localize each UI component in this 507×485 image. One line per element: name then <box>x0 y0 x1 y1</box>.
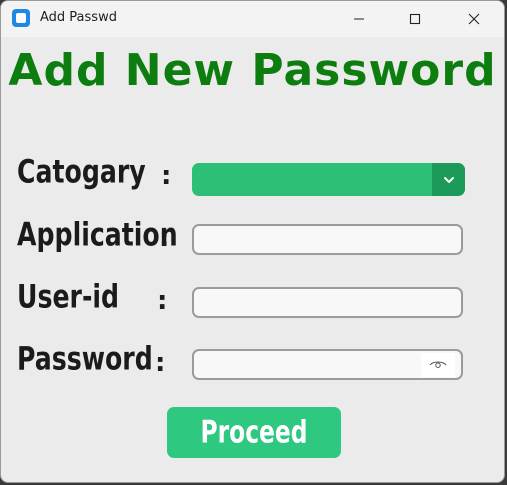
chevron-down-icon <box>443 176 454 183</box>
close-icon <box>468 13 480 25</box>
category-dropdown[interactable] <box>192 163 465 196</box>
minimize-icon <box>354 18 364 20</box>
title-bar[interactable]: Add Passwd <box>1 1 504 37</box>
proceed-button-label: Proceed <box>200 414 308 451</box>
application-colon: : <box>159 223 170 253</box>
minimize-button[interactable] <box>336 1 382 37</box>
password-label: Password <box>17 339 153 378</box>
show-password-button[interactable] <box>421 353 455 377</box>
maximize-icon <box>409 13 421 25</box>
app-icon <box>12 9 30 27</box>
proceed-button[interactable]: Proceed <box>167 407 341 458</box>
window-title: Add Passwd <box>40 10 117 25</box>
user-id-input[interactable] <box>192 287 463 318</box>
user-id-colon: : <box>157 286 168 316</box>
user-id-label: User-id <box>17 277 120 316</box>
eye-icon <box>429 361 447 368</box>
page-heading: Add New Password <box>8 45 497 96</box>
category-dropdown-button[interactable] <box>432 163 465 196</box>
application-input[interactable] <box>192 224 463 255</box>
maximize-button[interactable] <box>392 1 438 37</box>
password-colon: : <box>155 348 166 378</box>
application-label: Application <box>17 215 178 254</box>
close-button[interactable] <box>451 1 497 37</box>
category-colon: : <box>161 161 172 191</box>
category-label: Catogary <box>17 152 146 191</box>
add-password-window: Add Passwd Add New Password Catogary : A… <box>0 0 505 483</box>
